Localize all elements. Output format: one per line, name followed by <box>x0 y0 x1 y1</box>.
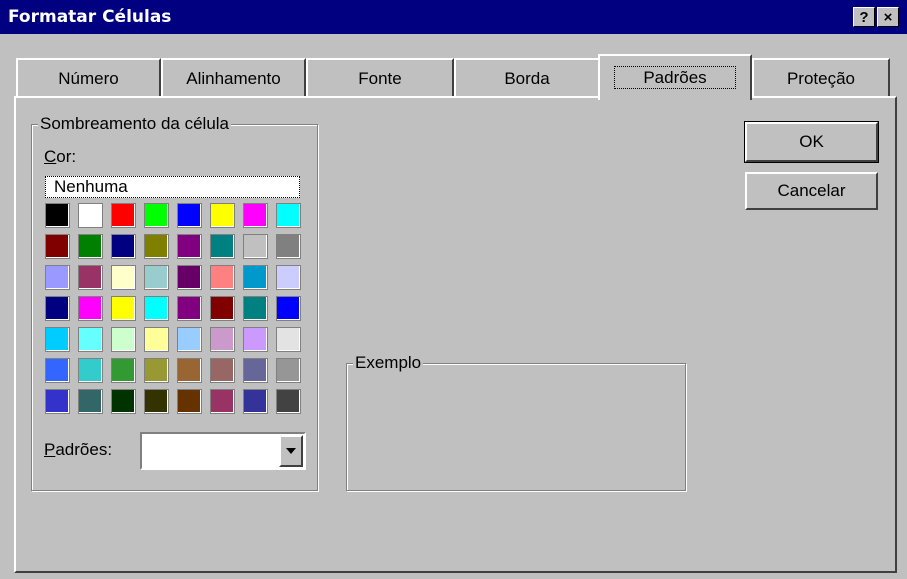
color-swatch[interactable] <box>144 296 169 321</box>
color-label: Cor: <box>44 147 77 166</box>
tab-label: Fonte <box>358 69 402 88</box>
tab-borda[interactable]: Borda <box>454 58 600 96</box>
color-swatch[interactable] <box>276 203 301 228</box>
color-swatch[interactable] <box>177 296 202 321</box>
color-swatch[interactable] <box>144 265 169 290</box>
color-swatch[interactable] <box>111 389 136 414</box>
tab-protecao[interactable]: Proteção <box>752 58 890 96</box>
color-swatch[interactable] <box>243 265 268 290</box>
help-button[interactable]: ? <box>853 7 875 27</box>
color-swatch[interactable] <box>177 265 202 290</box>
close-button[interactable]: × <box>877 7 899 27</box>
color-swatch[interactable] <box>177 358 202 383</box>
color-swatch[interactable] <box>210 327 235 352</box>
color-swatch[interactable] <box>111 234 136 259</box>
tab-fonte[interactable]: Fonte <box>306 58 454 96</box>
color-swatch[interactable] <box>45 265 70 290</box>
color-swatch[interactable] <box>276 389 301 414</box>
color-swatch[interactable] <box>177 389 202 414</box>
cancel-button[interactable]: Cancelar <box>745 172 878 210</box>
color-swatch[interactable] <box>276 358 301 383</box>
tab-label: Borda <box>504 69 550 88</box>
tab-padroes[interactable]: Padrões <box>598 54 752 100</box>
example-group: Exemplo <box>346 353 686 491</box>
color-swatch[interactable] <box>78 234 103 259</box>
color-swatch[interactable] <box>243 358 268 383</box>
color-swatch[interactable] <box>276 296 301 321</box>
example-group-label: Exemplo <box>353 353 424 373</box>
ok-button[interactable]: OK <box>744 121 879 163</box>
color-swatch[interactable] <box>243 389 268 414</box>
color-swatch[interactable] <box>45 327 70 352</box>
tab-label: Número <box>58 69 119 88</box>
color-swatch[interactable] <box>210 234 235 259</box>
color-swatch[interactable] <box>78 327 103 352</box>
color-swatch[interactable] <box>276 327 301 352</box>
color-swatch[interactable] <box>177 203 202 228</box>
color-swatch[interactable] <box>111 265 136 290</box>
color-swatch[interactable] <box>144 358 169 383</box>
color-swatch[interactable] <box>144 234 169 259</box>
tab-numero[interactable]: Número <box>16 58 161 96</box>
tab-label: Alinhamento <box>186 69 281 88</box>
none-color-option[interactable]: Nenhuma <box>45 176 300 198</box>
shading-group-label: Sombreamento da célula <box>38 114 232 134</box>
color-swatch[interactable] <box>210 296 235 321</box>
color-swatch[interactable] <box>177 234 202 259</box>
color-swatch[interactable] <box>144 327 169 352</box>
none-color-label: Nenhuma <box>54 177 128 196</box>
color-swatch[interactable] <box>111 203 136 228</box>
color-swatch[interactable] <box>144 389 169 414</box>
tab-alinhamento[interactable]: Alinhamento <box>161 58 306 96</box>
color-swatch[interactable] <box>276 234 301 259</box>
color-swatch[interactable] <box>243 234 268 259</box>
color-swatch[interactable] <box>78 296 103 321</box>
patterns-dropdown[interactable] <box>140 432 306 470</box>
color-swatch[interactable] <box>78 203 103 228</box>
color-swatch[interactable] <box>78 389 103 414</box>
color-swatch[interactable] <box>210 389 235 414</box>
color-swatch[interactable] <box>45 358 70 383</box>
color-swatch[interactable] <box>243 296 268 321</box>
color-swatch[interactable] <box>144 203 169 228</box>
chevron-down-icon <box>286 448 296 454</box>
color-swatch[interactable] <box>210 358 235 383</box>
color-swatch[interactable] <box>276 265 301 290</box>
color-swatch[interactable] <box>45 234 70 259</box>
tab-label: Proteção <box>786 69 856 88</box>
color-swatch[interactable] <box>78 265 103 290</box>
tab-label: Padrões <box>614 66 736 89</box>
color-swatch[interactable] <box>45 389 70 414</box>
color-swatch[interactable] <box>45 203 70 228</box>
color-swatch[interactable] <box>111 358 136 383</box>
color-swatch[interactable] <box>177 327 202 352</box>
dropdown-arrow-button[interactable] <box>279 435 303 467</box>
window-title: Formatar Células <box>8 7 172 27</box>
color-swatch[interactable] <box>111 296 136 321</box>
title-bar[interactable]: Formatar Células ? × <box>0 0 907 34</box>
color-swatch[interactable] <box>210 265 235 290</box>
color-swatch[interactable] <box>243 327 268 352</box>
color-swatch[interactable] <box>111 327 136 352</box>
color-swatch[interactable] <box>45 296 70 321</box>
color-swatch[interactable] <box>243 203 268 228</box>
patterns-label: Padrões: <box>44 440 113 459</box>
color-swatch[interactable] <box>210 203 235 228</box>
color-swatch[interactable] <box>78 358 103 383</box>
